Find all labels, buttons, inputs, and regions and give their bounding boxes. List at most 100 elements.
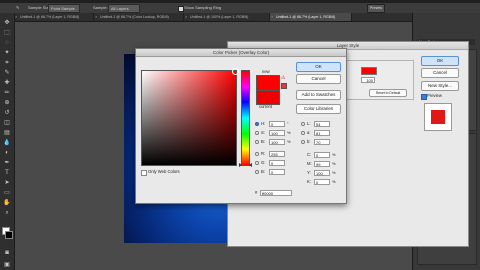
red-label: R: bbox=[261, 151, 266, 156]
green-field[interactable]: 0 bbox=[269, 160, 285, 166]
eyedropper-tool-icon[interactable]: ✎ bbox=[3, 69, 11, 77]
history-brush-tool-icon[interactable]: ↺ bbox=[3, 109, 11, 117]
close-tab-icon[interactable]: × bbox=[15, 13, 17, 21]
close-tab-icon[interactable]: × bbox=[271, 13, 273, 21]
zoom-tool-icon[interactable]: ⌕ bbox=[3, 209, 11, 217]
new-color-label: new bbox=[262, 69, 270, 74]
background-color-swatch[interactable] bbox=[5, 231, 13, 239]
lasso-tool-icon[interactable]: ◌ bbox=[3, 39, 11, 47]
green-radio[interactable] bbox=[255, 161, 259, 165]
hue-slider-right-arrow-icon[interactable] bbox=[249, 163, 252, 167]
tab-document-4[interactable]: × Untitled-1 @ 66.7% (Layer 1, RGB/8) bbox=[270, 13, 352, 21]
hue-unit: ° bbox=[287, 121, 289, 126]
reset-to-default-button[interactable]: Reset to Default bbox=[369, 89, 407, 97]
hue-label: H: bbox=[261, 121, 266, 126]
magenta-label: M: bbox=[307, 161, 312, 166]
lab-l-radio[interactable] bbox=[301, 122, 305, 126]
move-tool-icon[interactable]: ✥ bbox=[3, 19, 11, 27]
type-tool-icon[interactable]: T bbox=[3, 169, 11, 177]
blue-field[interactable]: 0 bbox=[269, 169, 285, 175]
sample-size-select[interactable]: Point Sample bbox=[48, 4, 80, 13]
tab-document-2[interactable]: × Untitled-1 @ 66.7% (Color Lookup, RGB/8… bbox=[94, 13, 184, 21]
lab-b-field[interactable]: 70 bbox=[314, 139, 330, 145]
blue-radio[interactable] bbox=[255, 170, 259, 174]
style-preview-box bbox=[424, 103, 452, 131]
lab-l-field[interactable]: 54 bbox=[314, 121, 330, 127]
saturation-radio[interactable] bbox=[255, 131, 259, 135]
only-web-colors-checkbox[interactable] bbox=[141, 170, 147, 176]
hex-label: # bbox=[255, 190, 258, 195]
hue-slider-left-arrow-icon[interactable] bbox=[239, 163, 242, 167]
layer-style-ok-button[interactable]: OK bbox=[421, 56, 459, 66]
gamut-color-cube-icon[interactable] bbox=[281, 83, 287, 89]
overlay-color-swatch[interactable] bbox=[361, 67, 377, 75]
shape-tool-icon[interactable]: ▭ bbox=[3, 189, 11, 197]
pen-tool-icon[interactable]: ✒ bbox=[3, 159, 11, 167]
yellow-field[interactable]: 100 bbox=[314, 170, 330, 176]
blue-label: B: bbox=[261, 169, 265, 174]
tab-document-1[interactable]: × Untitled-1 @ 66.7% (Layer 1, RGB/8) bbox=[14, 13, 94, 21]
hue-slider[interactable] bbox=[239, 70, 252, 167]
new-style-button[interactable]: New Style... bbox=[421, 81, 459, 91]
preview-label: Preview bbox=[427, 93, 442, 98]
marquee-tool-icon[interactable]: ⬚ bbox=[3, 29, 11, 37]
lab-b-radio[interactable] bbox=[301, 140, 305, 144]
lab-a-field[interactable]: 81 bbox=[314, 130, 330, 136]
red-field[interactable]: 255 bbox=[269, 151, 285, 157]
close-tab-icon[interactable]: × bbox=[95, 13, 97, 21]
magenta-field[interactable]: 99 bbox=[314, 161, 330, 167]
black-field[interactable]: 0 bbox=[314, 179, 330, 185]
add-to-swatches-button[interactable]: Add to Swatches bbox=[296, 90, 341, 100]
color-picker-ok-button[interactable]: OK bbox=[296, 62, 341, 72]
new-color-swatch bbox=[256, 75, 280, 91]
brightness-field[interactable]: 100 bbox=[269, 139, 285, 145]
color-field-cursor[interactable] bbox=[232, 68, 239, 75]
quick-select-tool-icon[interactable]: ✦ bbox=[3, 49, 11, 57]
saturation-label: S: bbox=[261, 130, 265, 135]
opacity-field[interactable]: 100 bbox=[361, 77, 375, 83]
cyan-field[interactable]: 0 bbox=[314, 152, 330, 158]
color-libraries-button[interactable]: Color Libraries bbox=[296, 104, 341, 114]
tab-document-3[interactable]: × Untitled-1 @ 100% (Layer 1, RGB/8) bbox=[184, 13, 270, 21]
dodge-tool-icon[interactable]: ◐ bbox=[3, 149, 11, 157]
crop-tool-icon[interactable]: ⌗ bbox=[3, 59, 11, 67]
hue-field[interactable]: 0 bbox=[269, 121, 285, 127]
current-color-label: current bbox=[259, 104, 273, 109]
healing-brush-tool-icon[interactable]: ✚ bbox=[3, 79, 11, 87]
color-picker-cancel-button[interactable]: Cancel bbox=[296, 74, 341, 84]
brush-tool-icon[interactable]: ✏ bbox=[3, 89, 11, 97]
path-selection-tool-icon[interactable]: ➤ bbox=[3, 179, 11, 187]
show-sampling-ring-label: Show Sampling Ring bbox=[184, 5, 222, 10]
gradient-tool-icon[interactable]: ▤ bbox=[3, 129, 11, 137]
presets-button[interactable]: Presets bbox=[367, 4, 385, 13]
hand-tool-icon[interactable]: ✋ bbox=[3, 199, 11, 207]
sample-select[interactable]: All Layers bbox=[108, 4, 140, 13]
document-tabs: × Untitled-1 @ 66.7% (Layer 1, RGB/8) × Un… bbox=[14, 13, 412, 22]
lab-l-label: L: bbox=[307, 121, 311, 126]
hex-field[interactable]: ff0000 bbox=[260, 190, 292, 196]
yellow-unit: % bbox=[332, 170, 336, 175]
black-unit: % bbox=[332, 179, 336, 184]
eyedropper-options-icon[interactable]: ✎ bbox=[16, 5, 19, 10]
clone-stamp-tool-icon[interactable]: ⊕ bbox=[3, 99, 11, 107]
red-radio[interactable] bbox=[255, 152, 259, 156]
screen-mode-icon[interactable]: ▣ bbox=[3, 261, 11, 269]
saturation-field[interactable]: 100 bbox=[269, 130, 285, 136]
eraser-tool-icon[interactable]: ◫ bbox=[3, 119, 11, 127]
sample-label: Sample: bbox=[93, 5, 108, 10]
close-tab-icon[interactable]: × bbox=[185, 13, 187, 21]
lab-a-radio[interactable] bbox=[301, 131, 305, 135]
brightness-radio[interactable] bbox=[255, 140, 259, 144]
current-color-swatch[interactable] bbox=[256, 90, 280, 105]
hue-radio[interactable] bbox=[255, 122, 259, 126]
green-label: G: bbox=[261, 160, 266, 165]
blur-tool-icon[interactable]: 💧 bbox=[3, 139, 11, 147]
brightness-unit: % bbox=[287, 139, 291, 144]
quick-mask-icon[interactable]: ◙ bbox=[3, 249, 11, 257]
saturation-unit: % bbox=[287, 130, 291, 135]
layer-style-cancel-button[interactable]: Cancel bbox=[421, 68, 459, 78]
brightness-label: B: bbox=[261, 139, 265, 144]
cyan-label: C: bbox=[307, 152, 312, 157]
saturation-brightness-field[interactable] bbox=[141, 68, 239, 166]
out-of-gamut-warning-icon[interactable]: ⚠ bbox=[281, 76, 286, 81]
